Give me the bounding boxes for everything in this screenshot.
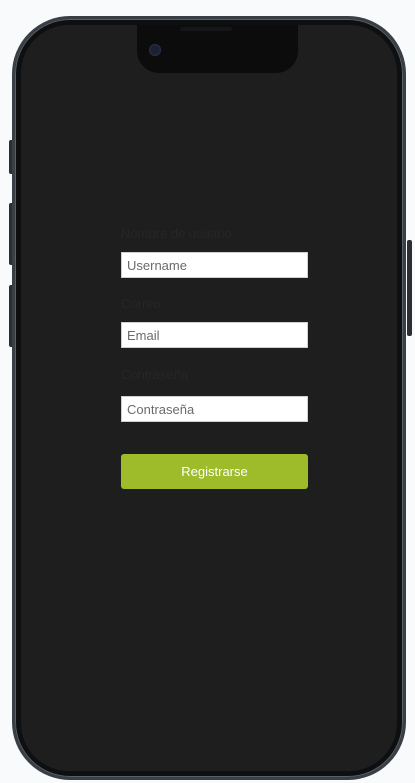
- notch: [137, 25, 298, 73]
- register-button[interactable]: Registrarse: [121, 454, 308, 489]
- email-input[interactable]: [121, 322, 308, 348]
- front-camera-icon: [149, 44, 161, 56]
- power-button: [407, 240, 412, 336]
- username-label: Nombre de usuario: [121, 226, 232, 241]
- password-input[interactable]: [121, 396, 308, 422]
- username-input[interactable]: [121, 252, 308, 278]
- password-label: Contraseña: [121, 367, 189, 382]
- device-mockup: Nombre de usuario Correo Contraseña Regi…: [0, 0, 415, 783]
- email-label: Correo: [121, 296, 161, 311]
- speaker-grille: [180, 27, 232, 31]
